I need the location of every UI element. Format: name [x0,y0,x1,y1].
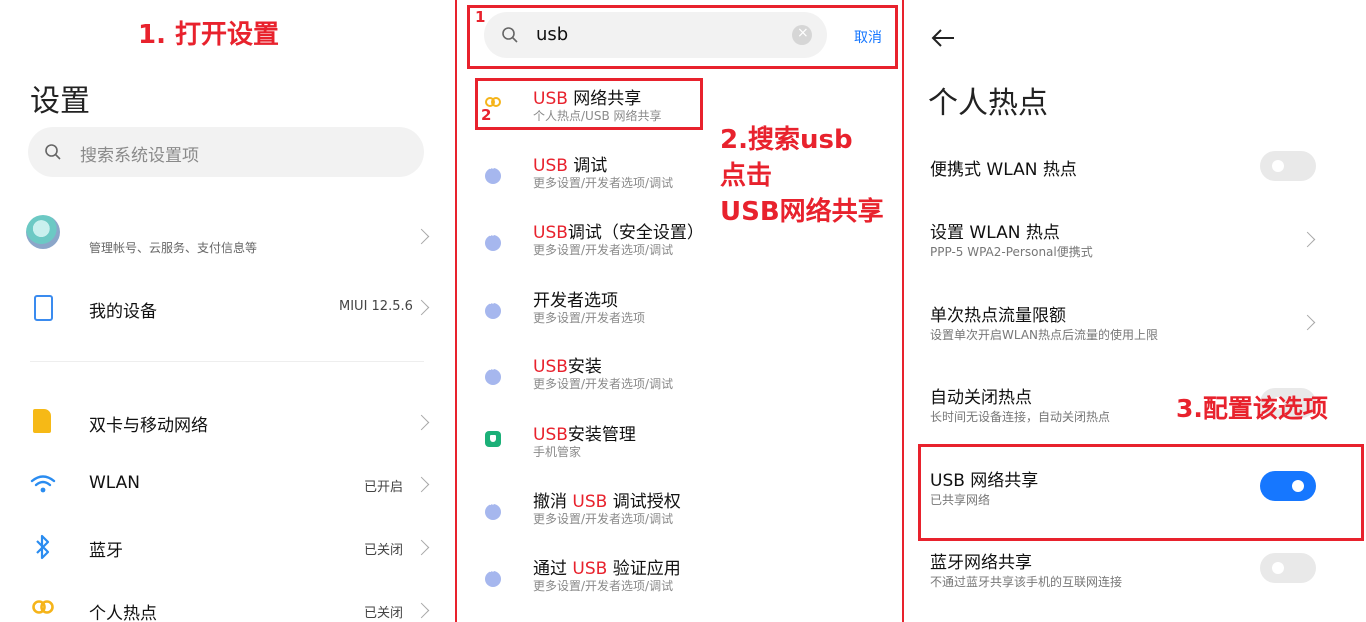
search-result-path: 更多设置/开发者选项/调试 [533,512,674,526]
settings-item-hotspot[interactable]: 个人热点 已关闭 [0,588,455,622]
annotation-box-2 [475,78,703,130]
settings-item-value: 已关闭 [364,606,404,621]
step2-line: 2.搜索usb [720,125,853,155]
hotspot-panel: 个人热点 便携式 WLAN 热点 设置 WLAN 热点 PPP-5 WPA2-Per… [904,0,1366,622]
shield-icon [485,431,501,447]
more-icon [485,299,501,319]
chevron-right-icon [413,299,430,316]
search-placeholder: 搜索系统设置项 [80,146,199,166]
hotspot-setting-row[interactable]: 单次热点流量限额设置单次开启WLAN热点后流量的使用上限 [904,301,1366,357]
toggle-knob [1272,562,1284,574]
search-result-item[interactable]: 通过 USB 验证应用更多设置/开发者选项/调试 [457,554,902,604]
step2-line: USB网络共享 [720,197,884,227]
chevron-right-icon [1299,314,1316,331]
annotation-number-2: 2 [481,106,492,124]
settings-item-value: MIUI 12.5.6 [339,299,413,314]
setting-description: PPP-5 WPA2-Personal便携式 [930,245,1093,259]
settings-item-label: 双卡与移动网络 [89,416,208,436]
search-result-item[interactable]: USB安装管理 手机管家 [457,420,902,470]
step1-annotation: 1. 打开设置 [138,20,280,50]
search-result-title: USB 调试 [533,156,608,176]
more-icon [485,567,501,587]
search-result-path: 更多设置/开发者选项/调试 [533,377,674,391]
setting-label: 设置 WLAN 热点 [930,223,1060,243]
hotspot-setting-row[interactable]: 便携式 WLAN 热点 [904,151,1366,208]
bluetooth-icon [36,534,50,560]
more-icon [485,231,501,251]
phone-icon [34,295,53,321]
chevron-right-icon [413,414,430,431]
search-result-path: 更多设置/开发者选项/调试 [533,176,674,190]
avatar [26,215,60,249]
settings-item-bluetooth[interactable]: 蓝牙 已关闭 [0,525,455,569]
settings-item-label: 个人热点 [89,604,157,622]
search-result-item[interactable]: 撤消 USB 调试授权更多设置/开发者选项/调试 [457,487,902,537]
page-title: 设置 [30,84,90,119]
search-result-path: 手机管家 [533,445,582,459]
account-row[interactable]: 管理帐号、云服务、支付信息等 [0,205,455,265]
hotspot-setting-row[interactable]: 蓝牙网络共享不通过蓝牙共享该手机的互联网连接 [904,548,1366,604]
step3-annotation: 3.配置该选项 [1176,394,1328,423]
settings-item-value: 已关闭 [364,543,404,558]
step2-annotation: 2.搜索usb 点击 USB网络共享 [720,122,884,230]
chevron-right-icon [413,539,430,556]
search-result-path: 更多设置/开发者选项/调试 [533,579,674,593]
setting-label: 便携式 WLAN 热点 [930,160,1077,180]
search-result-title: 通过 USB 验证应用 [533,559,681,579]
setting-description: 不通过蓝牙共享该手机的互联网连接 [930,575,1123,589]
settings-item-label: 蓝牙 [89,541,123,561]
search-panel: usb × 取消 1 USB 网络共享个人热点/USB 网络共享USB 调试更多… [457,0,902,622]
settings-item-sim[interactable]: 双卡与移动网络 [0,400,455,444]
hotspot-setting-row[interactable]: 设置 WLAN 热点 PPP-5 WPA2-Personal便携式 [904,218,1366,274]
page-title: 个人热点 [928,86,1048,121]
search-result-path: 更多设置/开发者选项 [533,311,646,325]
search-result-title: 开发者选项 [533,291,618,311]
toggle-switch[interactable] [1260,553,1316,583]
account-subtitle: 管理帐号、云服务、支付信息等 [89,241,258,255]
toggle-knob [1272,160,1284,172]
chevron-right-icon [1299,231,1316,248]
setting-label: 单次热点流量限额 [930,306,1066,326]
back-arrow-icon[interactable] [930,28,956,48]
settings-item-my-device[interactable]: 我的设备 MIUI 12.5.6 [0,285,455,329]
chevron-right-icon [413,228,430,245]
search-result-title: USB安装 [533,357,602,377]
search-icon [45,144,61,160]
sim-card-icon [33,409,51,433]
setting-label: 蓝牙网络共享 [930,553,1032,573]
settings-item-label: 我的设备 [89,302,157,322]
settings-panel: 1. 打开设置 设置 搜索系统设置项 管理帐号、云服务、支付信息等 我的设备 M… [0,0,455,622]
settings-item-wlan[interactable]: WLAN 已开启 [0,462,455,506]
settings-item-label: WLAN [89,473,141,493]
annotation-box-1 [467,5,898,69]
setting-description: 长时间无设备连接，自动关闭热点 [930,410,1111,424]
wifi-icon [30,475,56,493]
divider [30,361,424,362]
search-result-item[interactable]: 开发者选项更多设置/开发者选项 [457,286,902,336]
toggle-switch[interactable] [1260,151,1316,181]
hotspot-icon [32,600,54,614]
annotation-box-3 [918,444,1364,541]
step2-line: 点击 [720,161,773,191]
search-result-title: USB调试（安全设置） [533,223,704,243]
more-icon [485,365,501,385]
search-result-item[interactable]: USB安装更多设置/开发者选项/调试 [457,352,902,402]
search-result-path: 更多设置/开发者选项/调试 [533,243,674,257]
setting-description: 设置单次开启WLAN热点后流量的使用上限 [930,328,1159,342]
annotation-number-1: 1 [475,8,486,26]
setting-label: 自动关闭热点 [930,388,1032,408]
more-icon [485,164,501,184]
search-input[interactable]: 搜索系统设置项 [28,127,424,177]
search-result-title: 撤消 USB 调试授权 [533,492,681,512]
chevron-right-icon [413,602,430,619]
settings-item-value: 已开启 [364,480,404,495]
chevron-right-icon [413,476,430,493]
more-icon [485,500,501,520]
search-result-title: USB安装管理 [533,425,636,445]
